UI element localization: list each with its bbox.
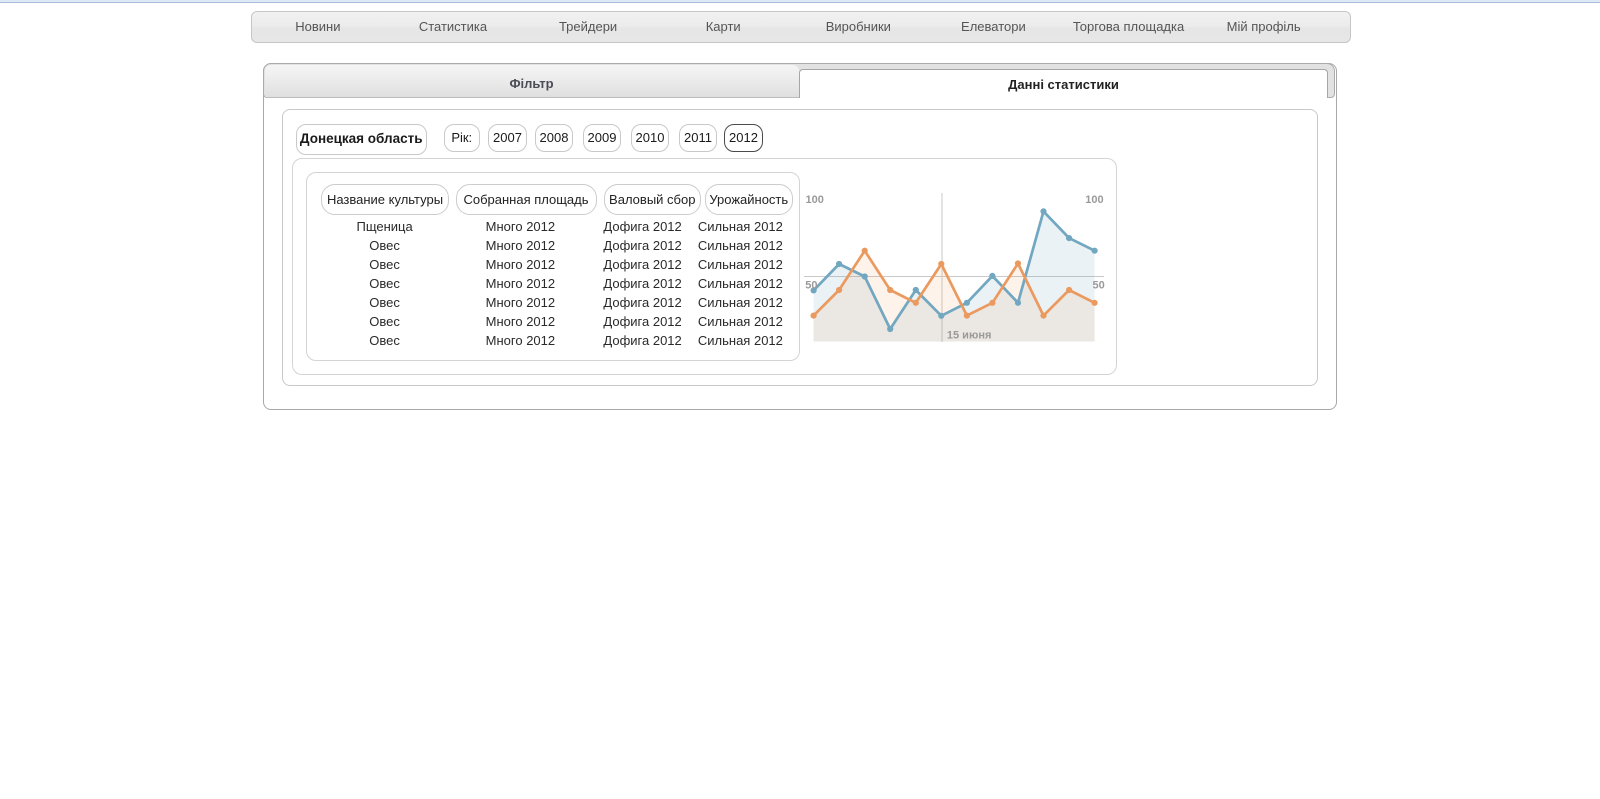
svg-text:100: 100 [806, 194, 824, 206]
svg-text:50: 50 [1093, 279, 1105, 291]
svg-text:15 июня: 15 июня [947, 330, 992, 342]
svg-text:100: 100 [1085, 194, 1103, 206]
svg-text:50: 50 [805, 279, 817, 291]
